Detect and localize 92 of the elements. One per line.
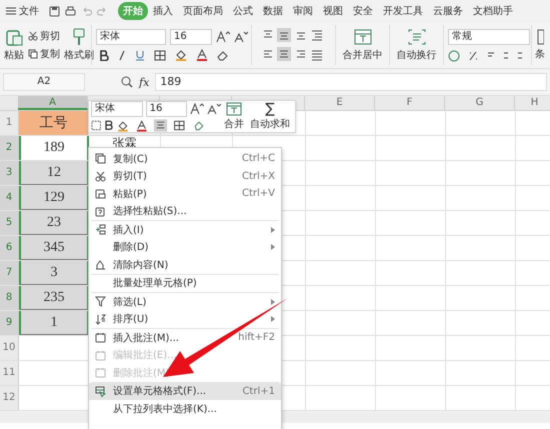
grow-font-icon[interactable]	[190, 103, 204, 115]
menu-item[interactable]: 筛选(L)	[89, 293, 281, 310]
font-size-field[interactable]: 16	[170, 29, 212, 45]
row-header[interactable]: 12	[0, 386, 19, 410]
zoom-icon[interactable]	[121, 76, 133, 88]
font-size-field[interactable]: 16	[146, 101, 188, 117]
menu-item[interactable]: 插入(I)	[89, 221, 281, 238]
ribbon-tab[interactable]: 云服务	[428, 2, 468, 20]
cell-value: 235	[44, 290, 64, 306]
menu-item[interactable]: 插入批注(M)... hift+F2	[89, 329, 281, 346]
merge-button[interactable]: 合并	[221, 101, 247, 132]
menu-item[interactable]: 排序(U)	[89, 310, 281, 328]
format-painter-button[interactable]: 格式刷	[64, 28, 94, 62]
table-icon	[536, 29, 544, 45]
print-icon[interactable]	[65, 6, 76, 16]
shrink-font-icon[interactable]	[207, 103, 221, 115]
borders-icon[interactable]	[154, 50, 166, 60]
fill-color-icon[interactable]	[175, 49, 187, 61]
clipboard-icon	[95, 188, 106, 200]
menu-item[interactable]: 选择性粘贴(S)...	[89, 202, 281, 220]
ribbon-tab[interactable]: 数据	[258, 2, 288, 20]
ribbon-tab[interactable]: 文档助手	[468, 2, 518, 20]
format-cells-icon	[95, 386, 106, 397]
formula-field[interactable]: 189	[155, 73, 547, 91]
note-icon	[95, 332, 106, 344]
ribbon-tab[interactable]: 插入	[148, 2, 178, 20]
ribbon-tab[interactable]: 页面布局	[178, 2, 228, 20]
underline-icon[interactable]	[135, 50, 145, 60]
cell-value: 3	[50, 264, 58, 280]
clipboard-icon	[95, 206, 106, 217]
font-name-field[interactable]: 宋体	[91, 101, 143, 117]
cell-value: 1	[50, 314, 58, 330]
column-header[interactable]: E	[336, 97, 343, 108]
column-header[interactable]: G	[476, 97, 484, 108]
cell-value: 23	[47, 214, 61, 230]
ribbon-tab[interactable]: 公式	[228, 2, 258, 20]
sort-icon	[95, 314, 106, 325]
menu-item[interactable]: 设置单元格格式(F)... Ctrl+1	[89, 382, 281, 400]
copy-icon	[95, 153, 106, 164]
ribbon-tab[interactable]: 安全	[348, 2, 378, 20]
note-icon	[95, 367, 106, 378]
cell-value: 129	[44, 190, 64, 206]
ribbon-tab[interactable]: 视图	[318, 2, 348, 20]
menu-item[interactable]: 清除内容(N)	[89, 256, 281, 274]
scissors-icon	[28, 31, 38, 41]
bold-icon[interactable]	[99, 50, 109, 60]
column-header[interactable]: H	[530, 97, 538, 108]
merge-cells-icon	[354, 28, 372, 44]
copy-button[interactable]: 复制	[28, 47, 60, 61]
row-header[interactable]: 11	[0, 361, 19, 385]
wrap-text-button[interactable]: 自动换行	[390, 25, 444, 65]
ribbon-tab[interactable]: 审阅	[288, 2, 318, 20]
conditional-format-button[interactable]: 条	[532, 29, 545, 61]
eraser-icon[interactable]	[217, 50, 229, 60]
menu-item[interactable]: 批量处理单元格(P)	[89, 274, 281, 292]
cell-value: 345	[44, 240, 64, 256]
save-icon[interactable]	[49, 6, 60, 16]
menu-item[interactable]: 删除(D)	[89, 238, 281, 256]
cut-button[interactable]: 剪切	[28, 29, 60, 43]
clipboard-icon	[5, 28, 23, 46]
scissors-icon	[95, 170, 106, 182]
autosum-button[interactable]: ∑ 自动求和	[247, 101, 293, 132]
paste-button[interactable]: 粘贴	[4, 28, 24, 62]
number-format-field[interactable]: 常规	[448, 28, 530, 44]
wrap-text-icon	[408, 28, 426, 44]
cell-value: 工号	[40, 115, 68, 132]
merge-center-button[interactable]: 合并居中	[336, 25, 390, 65]
italic-icon[interactable]	[118, 50, 126, 60]
font-name-field[interactable]: 宋体	[96, 29, 166, 45]
name-box[interactable]: A2	[3, 73, 85, 91]
column-header[interactable]: F	[406, 97, 412, 108]
ribbon-tab[interactable]: 开发工具	[378, 2, 428, 20]
eraser-icon	[95, 259, 106, 270]
menu-item[interactable]: 剪切(T) Ctrl+X	[89, 168, 281, 185]
insert-cells-icon	[95, 224, 106, 236]
file-menu[interactable]: 文件	[6, 4, 39, 18]
row-header[interactable]: 1	[0, 111, 19, 135]
brush-icon	[71, 28, 87, 46]
note-icon	[95, 350, 106, 361]
cell-value: 12	[47, 164, 61, 180]
grow-font-icon[interactable]	[216, 31, 230, 43]
menu-icon	[6, 7, 16, 15]
copy-icon	[28, 49, 38, 59]
menu-item[interactable]: 从下拉列表中选择(K)...	[89, 400, 281, 418]
cell-value: 189	[44, 140, 64, 156]
menu-item[interactable]: 粘贴(P) Ctrl+V	[89, 185, 281, 202]
shrink-font-icon[interactable]	[234, 31, 248, 43]
row-header[interactable]: 10	[0, 336, 19, 360]
filter-icon	[95, 296, 106, 308]
fx-label[interactable]: fx	[139, 76, 150, 88]
menu-item[interactable]: 复制(C) Ctrl+C	[89, 150, 281, 168]
font-color-icon[interactable]	[196, 49, 208, 61]
